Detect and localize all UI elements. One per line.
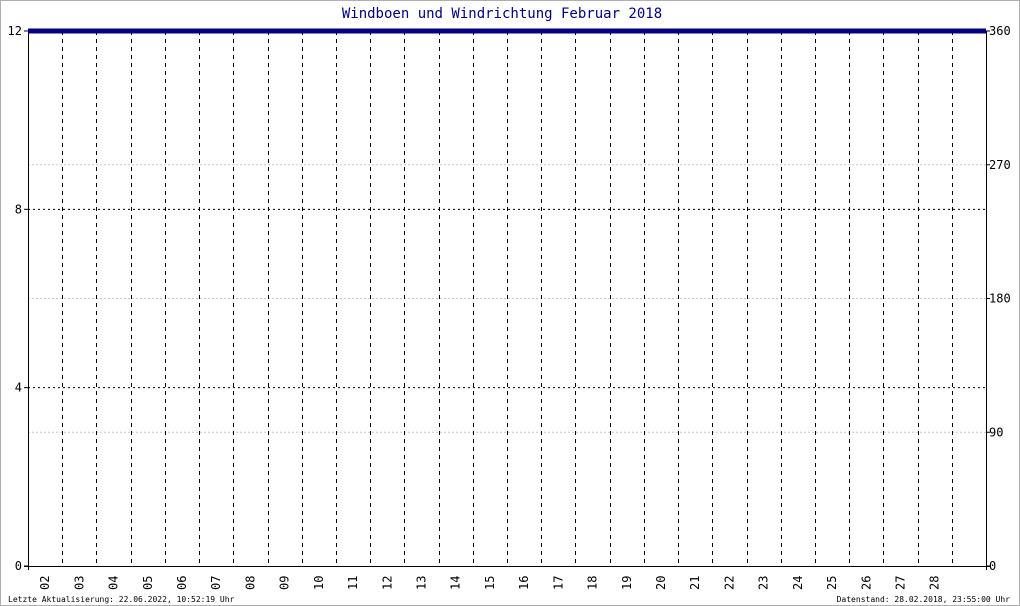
x-tick-label: 18 <box>586 576 600 590</box>
x-tick-label: 22 <box>722 576 736 590</box>
x-tick-label: 19 <box>620 576 634 590</box>
x-tick-label: 21 <box>688 576 702 590</box>
x-tick-label: 05 <box>141 576 155 590</box>
x-tick-label: 04 <box>107 576 121 590</box>
grid-layer <box>28 31 986 566</box>
y-right-tick-label: 270 <box>989 158 1011 172</box>
x-tick-label: 15 <box>483 576 497 590</box>
y-right-tick-label: 180 <box>989 292 1011 306</box>
x-tick-label: 26 <box>859 576 873 590</box>
x-tick-label: 13 <box>414 576 428 590</box>
x-tick-label: 20 <box>654 576 668 590</box>
x-tick-label: 28 <box>928 576 942 590</box>
y-left-tick-label: 4 <box>15 381 22 395</box>
x-tick-label: 11 <box>346 576 360 590</box>
y-left-tick-label: 0 <box>15 559 22 573</box>
x-tick-label: 14 <box>449 576 463 590</box>
y-right-tick-label: 90 <box>989 425 1003 439</box>
x-tick-label: 16 <box>517 576 531 590</box>
tick-layer: 0481209018027036002 03 04 05 06 07 08 09 10 11 12 1… <box>8 24 1011 590</box>
y-left-tick-label: 12 <box>8 24 22 38</box>
x-tick-label: 08 <box>243 576 257 590</box>
x-tick-label: 24 <box>791 576 805 590</box>
x-tick-label: 07 <box>209 576 223 590</box>
y-left-tick-label: 8 <box>15 202 22 216</box>
y-right-tick-label: 360 <box>989 24 1011 38</box>
x-tick-label: 03 <box>72 576 86 590</box>
x-tick-label: 27 <box>893 576 907 590</box>
x-tick-label: 06 <box>175 576 189 590</box>
x-tick-label: 12 <box>380 576 394 590</box>
x-tick-label: 02 <box>38 576 52 590</box>
x-tick-label: 09 <box>278 576 292 590</box>
chart-title: Windboen und Windrichtung Februar 2018 <box>342 6 662 22</box>
footer-data-status: Datenstand: 28.02.2018, 23:55:00 Uhr <box>837 595 1011 604</box>
y-right-tick-label: 0 <box>989 559 996 573</box>
x-tick-label: 17 <box>551 576 565 590</box>
footer-last-update: Letzte Aktualisierung: 22.06.2022, 10:52… <box>8 595 235 604</box>
x-tick-label: 10 <box>312 576 326 590</box>
x-tick-label: 23 <box>757 576 771 590</box>
x-tick-label: 25 <box>825 576 839 590</box>
wind-chart: 0481209018027036002 03 04 05 06 07 08 09 10 11 12 1… <box>8 6 1011 604</box>
